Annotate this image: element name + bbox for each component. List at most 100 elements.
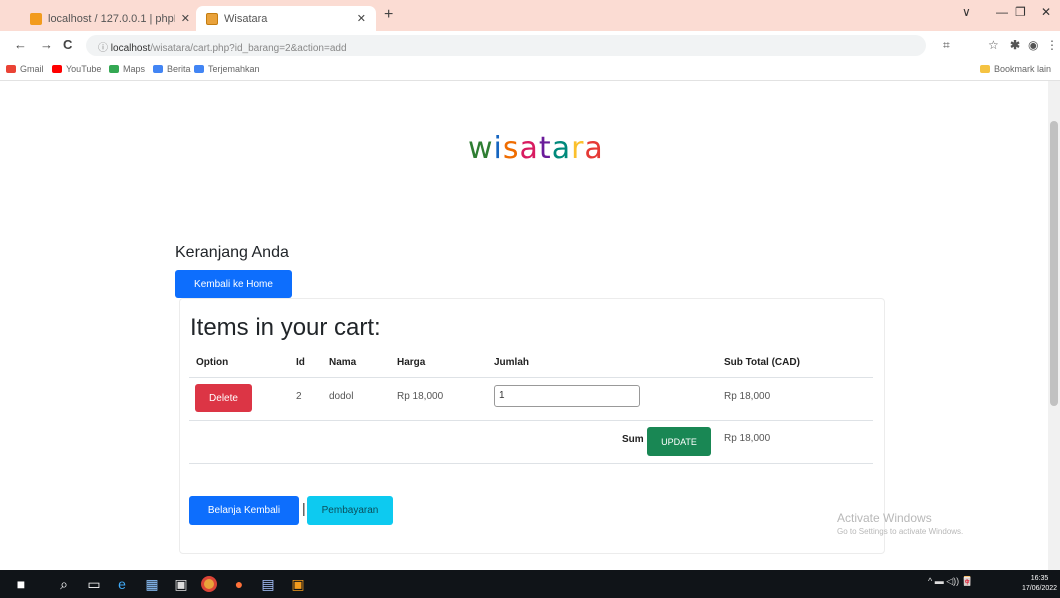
clock-time: 16:35 <box>1030 575 1049 582</box>
folder-icon <box>980 65 990 73</box>
clock-date: 17/06/2022 <box>1022 585 1058 592</box>
watermark-subtitle: Go to Settings to activate Windows. <box>837 527 964 536</box>
quantity-input[interactable]: 1 <box>494 385 640 407</box>
firefox-icon[interactable]: ● <box>230 576 248 592</box>
bookmark-label: Berita <box>167 64 191 74</box>
translate-icon <box>194 65 204 73</box>
back-icon[interactable]: ← <box>14 37 27 52</box>
news-icon <box>153 65 163 73</box>
minimize-button[interactable]: — <box>996 5 1008 19</box>
button-separator: | <box>302 500 306 516</box>
task-view-icon[interactable]: ▭ <box>85 576 103 592</box>
maximize-button[interactable]: ❐ <box>1015 5 1026 19</box>
column-harga: Harga <box>397 357 426 368</box>
windows-start-icon[interactable]: ■ <box>12 576 30 592</box>
cell-id: 2 <box>296 391 302 402</box>
store-icon[interactable]: ▣ <box>172 576 190 592</box>
youtube-icon <box>52 65 62 73</box>
tab-search-icon[interactable]: ∨ <box>962 5 971 19</box>
delete-button[interactable]: Delete <box>195 384 252 412</box>
bookmark-berita[interactable]: Berita <box>153 64 191 74</box>
bookmark-gmail[interactable]: Gmail <box>6 64 44 74</box>
cell-nama: dodol <box>329 391 354 402</box>
logo-letter: s <box>502 131 520 166</box>
close-tab-icon[interactable]: ✕ <box>357 12 366 25</box>
gmail-icon <box>6 65 16 73</box>
page-favicon-icon <box>206 12 218 25</box>
url-path: /wisatara/cart.php?id_barang=2&action=ad… <box>150 43 347 54</box>
site-logo[interactable]: wisatara <box>468 131 604 166</box>
sum-value: Rp 18,000 <box>724 433 771 444</box>
menu-kebab-icon[interactable]: ⋮ <box>1046 38 1058 52</box>
payment-button[interactable]: Pembayaran <box>307 496 393 525</box>
bookmark-label: Gmail <box>20 64 44 74</box>
logo-letter: a <box>519 131 539 166</box>
close-window-button[interactable]: ✕ <box>1041 5 1051 19</box>
search-icon[interactable]: ⌕ <box>55 576 73 592</box>
column-jumlah: Jumlah <box>494 357 530 368</box>
cell-subtotal: Rp 18,000 <box>724 391 771 402</box>
logo-letter: r <box>571 131 585 166</box>
tab-wisatara[interactable]: Wisatara ✕ <box>196 6 376 31</box>
bookmark-label: Bookmark lain <box>994 64 1052 74</box>
info-icon: ⓘ <box>98 43 111 54</box>
bookmark-terjemahkan[interactable]: Terjemahkan <box>194 64 260 74</box>
bookmark-maps[interactable]: Maps <box>109 64 145 74</box>
bookmarks-bar: Gmail YouTube Maps Berita Terjemahkan Bo… <box>0 59 1060 81</box>
bookmark-youtube[interactable]: YouTube <box>52 64 101 74</box>
bookmark-label: Maps <box>123 64 146 74</box>
logo-letter: a <box>584 131 604 166</box>
logo-letter: w <box>468 131 494 166</box>
home-button[interactable]: Kembali ke Home <box>175 270 292 298</box>
reload-icon[interactable]: C <box>63 37 72 52</box>
column-subtotal: Sub Total (CAD) <box>724 357 800 368</box>
url-host: localhost <box>110 43 151 54</box>
taskbar-clock[interactable]: 16:35 17/06/2022 <box>1022 574 1057 594</box>
maps-icon <box>109 65 119 73</box>
tab-phpmyadmin[interactable]: localhost / 127.0.0.1 | phpMyAdmin ✕ <box>20 6 200 31</box>
table-divider <box>189 377 873 378</box>
cell-harga: Rp 18,000 <box>397 391 444 402</box>
cart-title: Items in your cart: <box>190 314 381 341</box>
table-divider <box>189 463 873 464</box>
address-toolbar: ← → C ⓘ localhost/wisatara/cart.php?id_b… <box>0 31 1060 59</box>
cart-heading: Keranjang Anda <box>175 244 289 261</box>
column-id: Id <box>296 357 305 368</box>
page-scrollbar[interactable] <box>1048 81 1060 570</box>
tab-title: localhost / 127.0.0.1 | phpMyAdmin <box>48 12 175 25</box>
forward-icon[interactable]: → <box>40 37 53 52</box>
continue-shopping-button[interactable]: Belanja Kembali <box>189 496 299 525</box>
xampp-icon[interactable]: ▣ <box>289 576 307 592</box>
mail-icon[interactable]: ▦ <box>143 576 161 592</box>
column-nama: Nama <box>329 357 357 368</box>
system-tray-icons[interactable]: ^ ▬ ◁)) 🀄 <box>928 576 973 587</box>
bookmark-label: YouTube <box>66 64 102 74</box>
scrollbar-thumb[interactable] <box>1050 121 1058 406</box>
edge-icon[interactable]: e <box>113 576 131 592</box>
other-bookmarks[interactable]: Bookmark lain <box>980 64 1051 74</box>
logo-letter: i <box>493 131 503 166</box>
translate-icon[interactable]: ⌗ <box>943 38 950 53</box>
address-bar[interactable]: ⓘ localhost/wisatara/cart.php?id_barang=… <box>86 35 926 56</box>
update-button[interactable]: UPDATE <box>647 427 711 456</box>
bookmark-label: Terjemahkan <box>208 64 260 74</box>
new-tab-button[interactable]: + <box>384 6 393 24</box>
browser-tab-bar: localhost / 127.0.0.1 | phpMyAdmin ✕ Wis… <box>0 0 1060 31</box>
windows-taskbar: ■ ⌕ ▭ e ▦ ▣ ● ▤ ▣ ^ ▬ ◁)) 🀄 16:35 17/06/… <box>0 570 1060 598</box>
close-tab-icon[interactable]: ✕ <box>181 12 190 25</box>
tab-title: Wisatara <box>224 12 268 25</box>
activate-windows-watermark: Activate Windows Go to Settings to activ… <box>837 511 963 536</box>
chrome-icon[interactable] <box>201 576 217 592</box>
column-option: Option <box>196 357 229 368</box>
phpmyadmin-icon <box>30 12 42 25</box>
watermark-title: Activate Windows <box>837 511 932 525</box>
profile-avatar[interactable]: ◉ <box>1028 38 1038 52</box>
logo-letter: t <box>538 131 552 166</box>
sum-label: Sum <box>622 434 644 445</box>
puzzle-icon[interactable]: ✱ <box>1010 38 1020 52</box>
table-divider <box>189 420 873 421</box>
page-content: wisatara Keranjang Anda Kembali ke Home … <box>0 81 1048 570</box>
logo-letter: a <box>551 131 572 166</box>
app-icon[interactable]: ▤ <box>259 576 277 592</box>
star-icon[interactable]: ☆ <box>988 38 999 52</box>
